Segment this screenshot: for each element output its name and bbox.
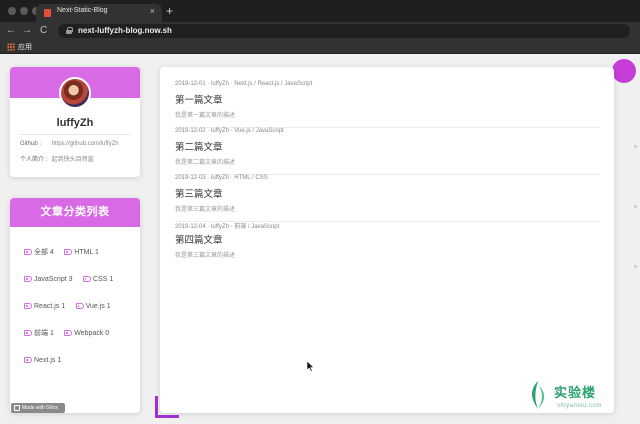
tag-icon — [24, 276, 32, 283]
apps-grid-icon — [7, 43, 15, 51]
back-button[interactable]: ← — [6, 25, 16, 37]
avatar — [59, 77, 91, 109]
decorative-tick — [634, 145, 637, 148]
decorative-tick — [634, 265, 637, 268]
reload-button[interactable]: C — [40, 25, 47, 37]
tag-icon — [75, 303, 84, 310]
new-tab-button[interactable]: + — [166, 3, 173, 19]
post-title[interactable]: 第四篇文章 — [175, 232, 223, 246]
browser-toolbar: ← → C next-luffyzh-blog.now.sh — [0, 22, 640, 40]
made-with-text: Made with Gifox — [22, 405, 58, 411]
decorative-tick — [634, 205, 637, 208]
decorative-dot — [612, 59, 636, 83]
tag-icon — [82, 276, 91, 283]
page-viewport: luffyZh Github : https://github.com/luff… — [0, 55, 640, 424]
category-title: 文章分类列表 — [10, 198, 140, 227]
post-meta: 2019-12-01 · luffyZh · Next.js / React.j… — [175, 81, 313, 87]
post-description: 我是第三篇文章的描述 — [175, 253, 236, 259]
url-text: next-luffyzh-blog.now.sh — [78, 26, 172, 35]
post-meta: 2019-12-02 · luffyZh · Vue.js / JavaScri… — [175, 128, 284, 134]
tag-item[interactable]: Next.js 1 — [24, 356, 61, 366]
leaf-logo-icon — [532, 381, 545, 409]
post-title[interactable]: 第三篇文章 — [175, 186, 223, 200]
bio-row: 个人简介 : 起到快头目然直 — [20, 154, 94, 163]
tag-icon — [64, 330, 73, 337]
tag-icon — [64, 249, 73, 256]
tag-icon — [24, 303, 32, 310]
tag-item[interactable]: Vue.js 1 — [75, 302, 111, 312]
tag-icon — [24, 330, 32, 337]
post-description: 我是第二篇文章的描述 — [175, 160, 236, 166]
tag-item[interactable]: HTML 1 — [64, 248, 99, 258]
post-list-card: 2019-12-01 · luffyZh · Next.js / React.j… — [160, 67, 614, 413]
tag-item[interactable]: 前端 1 — [24, 329, 54, 339]
post-description: 我是第三篇文章的描述 — [175, 207, 236, 213]
github-row: Github : https://github.com/luffyZh — [20, 141, 119, 147]
tab-favicon-icon — [44, 9, 51, 17]
window-close-button[interactable] — [8, 7, 16, 15]
bio-text: 起到快头目然直 — [51, 157, 94, 163]
browser-tab[interactable]: Next-Static-Blog × — [36, 4, 162, 22]
mouse-cursor-icon — [307, 361, 315, 372]
forward-button[interactable]: → — [22, 25, 32, 37]
github-label: Github : — [20, 141, 42, 147]
post-item[interactable]: 2019-12-04 · luffyZh · 前端 / JavaScript 第… — [175, 221, 600, 268]
tab-title: Next-Static-Blog — [57, 7, 108, 14]
bookmark-apps[interactable]: 应用 — [18, 42, 32, 52]
address-bar[interactable]: next-luffyzh-blog.now.sh — [58, 24, 630, 38]
divider — [20, 134, 130, 135]
bio-label: 个人简介 : — [20, 157, 48, 163]
tag-item[interactable]: React.js 1 — [24, 302, 65, 312]
watermark: 实验楼 shiyanlou.com — [526, 378, 636, 418]
tag-icon — [24, 357, 32, 364]
made-with-badge: Made with Gifox — [11, 403, 65, 413]
tag-item[interactable]: CSS 1 — [82, 275, 113, 285]
post-description: 我是第一篇文章的描述 — [175, 113, 236, 119]
post-meta: 2019-12-03 · luffyZh · HTML / CSS — [175, 175, 268, 181]
lock-icon — [66, 27, 73, 34]
author-name: luffyZh — [56, 117, 94, 129]
window-minimize-button[interactable] — [20, 7, 28, 15]
watermark-subtitle: shiyanlou.com — [557, 403, 602, 409]
tag-icon — [24, 249, 32, 256]
gifox-icon — [14, 405, 20, 411]
tag-item[interactable]: 全部 4 — [24, 248, 54, 258]
post-item[interactable]: 2019-12-01 · luffyZh · Next.js / React.j… — [175, 81, 600, 128]
tag-list: 全部 4 HTML 1 JavaScript 3 CSS 1 React.js … — [24, 241, 136, 376]
profile-card: luffyZh Github : https://github.com/luff… — [10, 67, 140, 177]
category-card: 文章分类列表 全部 4 HTML 1 JavaScript 3 CSS 1 Re… — [10, 198, 140, 413]
tag-item[interactable]: JavaScript 3 — [24, 275, 73, 285]
github-link[interactable]: https://github.com/luffyZh — [52, 141, 119, 147]
decorative-bracket — [155, 396, 179, 418]
watermark-title: 实验楼 — [554, 385, 597, 400]
post-item[interactable]: 2019-12-03 · luffyZh · HTML / CSS 第三篇文章 … — [175, 175, 600, 222]
post-meta: 2019-12-04 · luffyZh · 前端 / JavaScript — [175, 224, 280, 230]
post-title[interactable]: 第一篇文章 — [175, 92, 223, 106]
browser-titlebar: Next-Static-Blog × + — [0, 0, 640, 22]
post-title[interactable]: 第二篇文章 — [175, 139, 223, 153]
post-item[interactable]: 2019-12-02 · luffyZh · Vue.js / JavaScri… — [175, 128, 600, 175]
tag-item[interactable]: Webpack 0 — [64, 329, 109, 339]
bookmarks-bar: 应用 — [0, 40, 640, 54]
tab-close-button[interactable]: × — [150, 6, 155, 16]
